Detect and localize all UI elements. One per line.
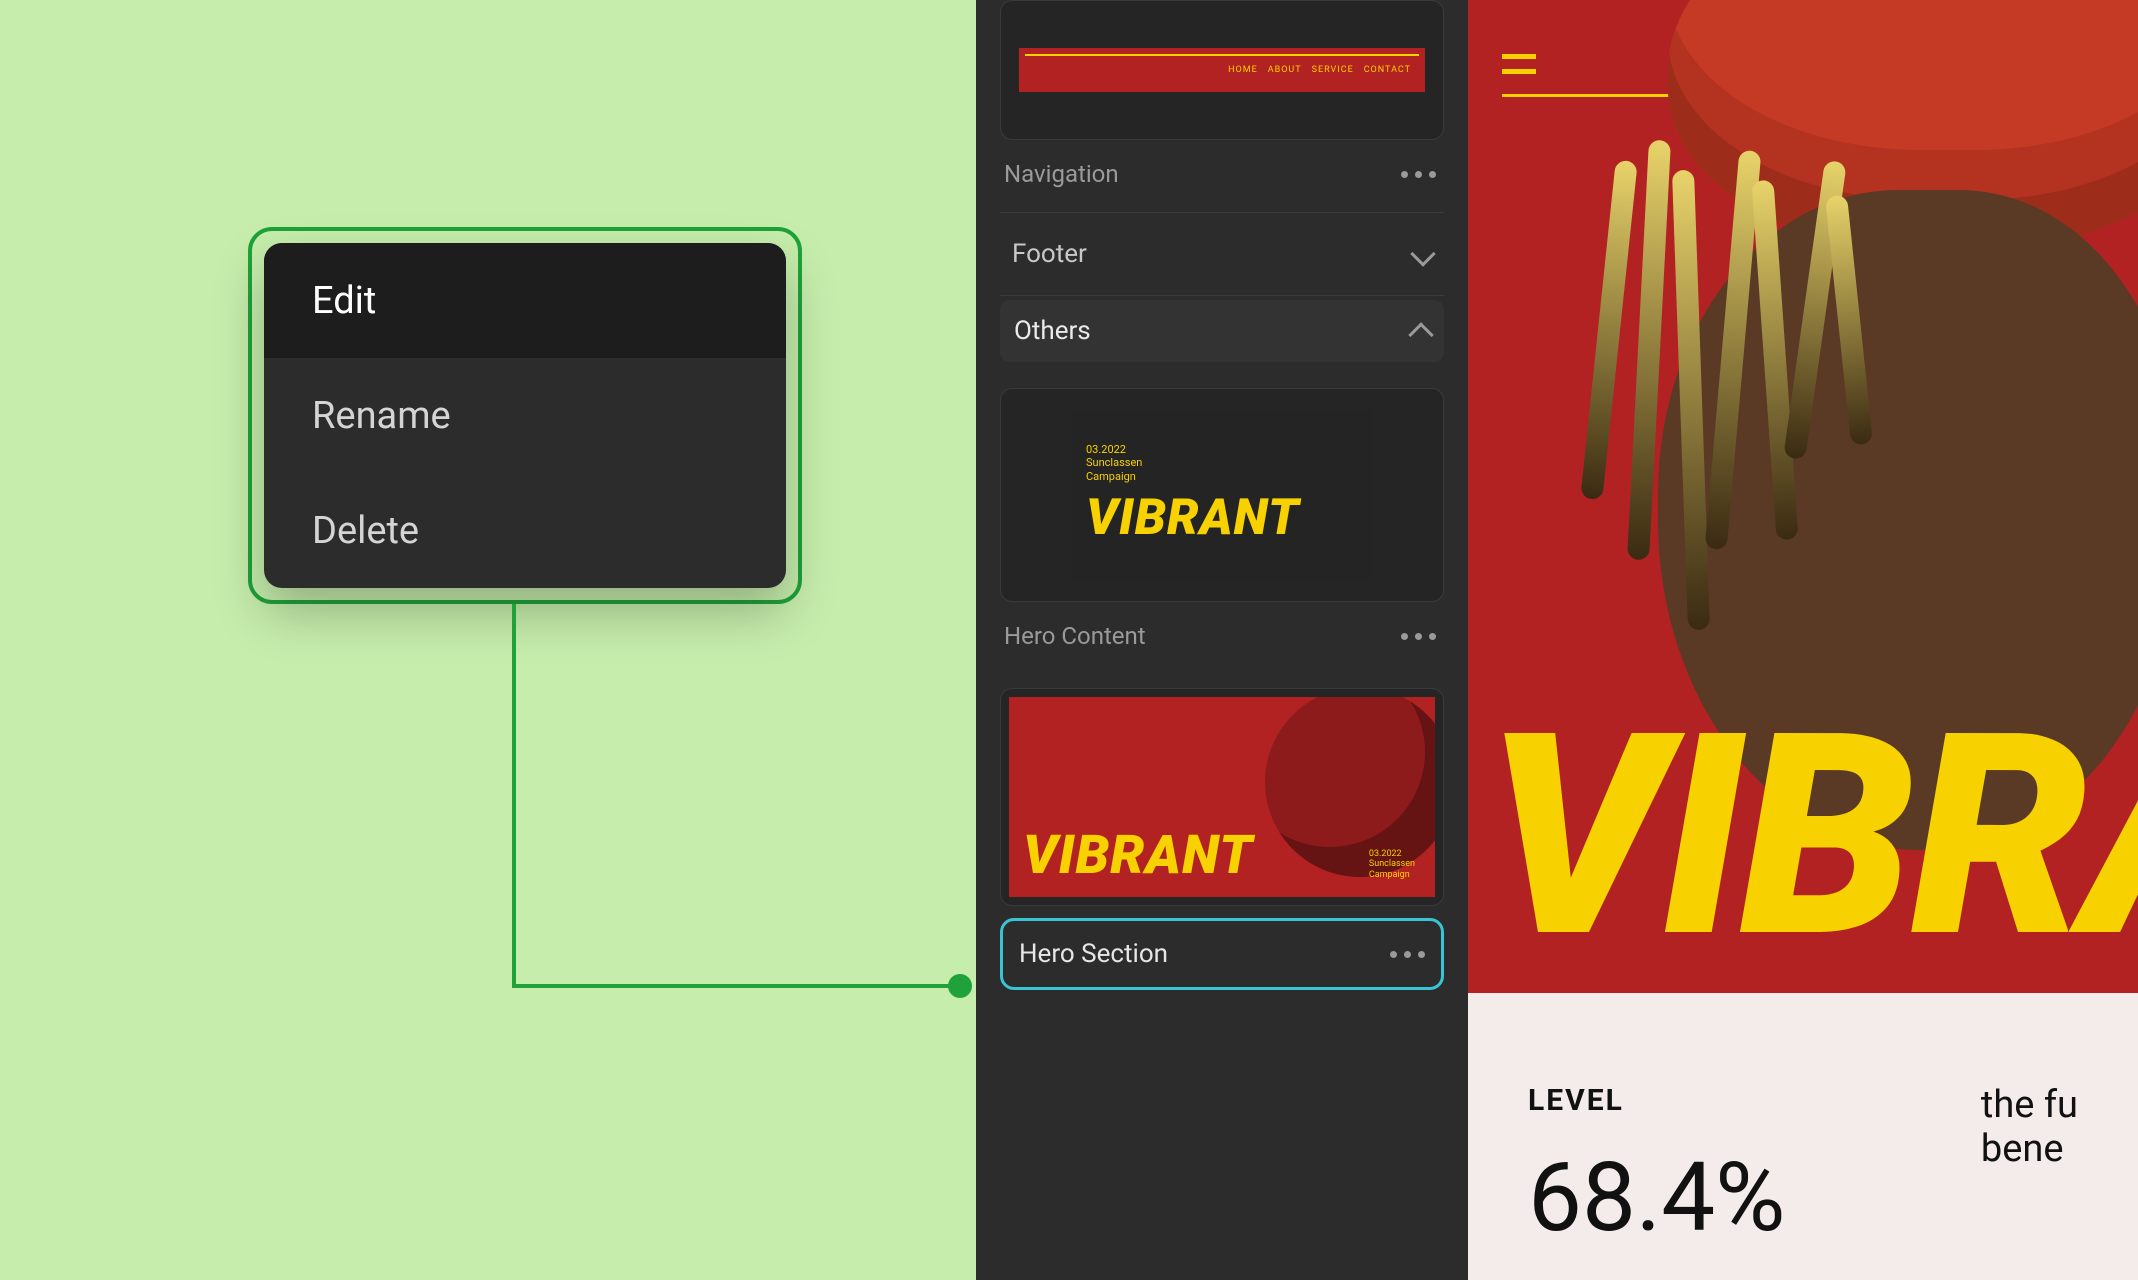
- chevron-down-icon: [1410, 241, 1435, 266]
- callout-panel: Edit Rename Delete: [0, 0, 976, 1280]
- preview-right-copy: the fu bene: [1981, 1083, 2078, 1171]
- context-menu-edit[interactable]: Edit: [264, 243, 786, 358]
- live-preview-panel: VIBRA LEVEL 68.4% the fu bene: [1468, 0, 2138, 1280]
- nav-mini-link: CONTACT: [1364, 65, 1411, 75]
- navigation-label: Navigation: [1004, 160, 1119, 188]
- preview-hero-headline: VIBRA: [1486, 723, 2138, 953]
- navigation-more-icon[interactable]: [1401, 171, 1436, 178]
- nav-mini-link: ABOUT: [1268, 65, 1302, 75]
- others-collapsible[interactable]: Others: [1000, 300, 1444, 362]
- hero-content-title: VIBRANT: [1086, 489, 1372, 547]
- preview-level-label: LEVEL: [1528, 1083, 1785, 1118]
- connector-endpoint-dot: [948, 974, 972, 998]
- context-menu-delete[interactable]: Delete: [264, 473, 786, 588]
- preview-level-value: 68.4%: [1528, 1142, 1785, 1254]
- hero-section-label-row-selected[interactable]: Hero Section: [1000, 918, 1444, 990]
- chevron-up-icon: [1408, 322, 1433, 347]
- hero-content-more-icon[interactable]: [1401, 633, 1436, 640]
- hero-section-preview-inner: VIBRANT 03.2022 Sunclassen Campaign: [1009, 697, 1435, 897]
- preview-level-block: LEVEL 68.4%: [1528, 1083, 1785, 1254]
- hero-content-meta: 03.2022 Sunclassen Campaign: [1086, 443, 1372, 483]
- hamburger-menu-icon[interactable]: [1502, 54, 1536, 84]
- hero-section-meta: 03.2022 Sunclassen Campaign: [1369, 849, 1415, 881]
- footer-collapsible[interactable]: Footer: [1000, 217, 1444, 291]
- navigation-preview-card[interactable]: HOME ABOUT SERVICE CONTACT: [1000, 0, 1444, 140]
- components-sidebar: HOME ABOUT SERVICE CONTACT Navigation Fo…: [976, 0, 1468, 1280]
- connector-line-vertical: [512, 604, 516, 988]
- connector-line-horizontal: [512, 984, 960, 988]
- navigation-preview-bar: HOME ABOUT SERVICE CONTACT: [1019, 48, 1425, 92]
- hero-section-title: VIBRANT: [1023, 824, 1253, 887]
- hero-section-preview-card[interactable]: VIBRANT 03.2022 Sunclassen Campaign: [1000, 688, 1444, 906]
- nav-mini-link: HOME: [1228, 65, 1258, 75]
- others-label: Others: [1014, 316, 1091, 346]
- hero-content-preview-card[interactable]: 03.2022 Sunclassen Campaign VIBRANT: [1000, 388, 1444, 602]
- preview-hair-graphic: [1598, 140, 1878, 660]
- preview-lower-section: LEVEL 68.4% the fu bene: [1468, 993, 2138, 1280]
- hero-content-label: Hero Content: [1004, 622, 1146, 650]
- context-menu-rename[interactable]: Rename: [264, 358, 786, 473]
- footer-label: Footer: [1012, 239, 1087, 269]
- context-menu-frame: Edit Rename Delete: [248, 227, 802, 604]
- divider: [1000, 295, 1444, 296]
- preview-hero: VIBRA: [1468, 0, 2138, 993]
- hero-content-label-row: Hero Content: [1000, 602, 1444, 670]
- hero-section-more-icon[interactable]: [1390, 951, 1425, 958]
- hero-content-preview-inner: 03.2022 Sunclassen Campaign VIBRANT: [1072, 410, 1372, 580]
- context-menu: Edit Rename Delete: [264, 243, 786, 588]
- nav-mini-link: SERVICE: [1312, 65, 1354, 75]
- divider: [1000, 212, 1444, 213]
- hero-section-label: Hero Section: [1019, 939, 1168, 969]
- navigation-label-row: Navigation: [1000, 140, 1444, 208]
